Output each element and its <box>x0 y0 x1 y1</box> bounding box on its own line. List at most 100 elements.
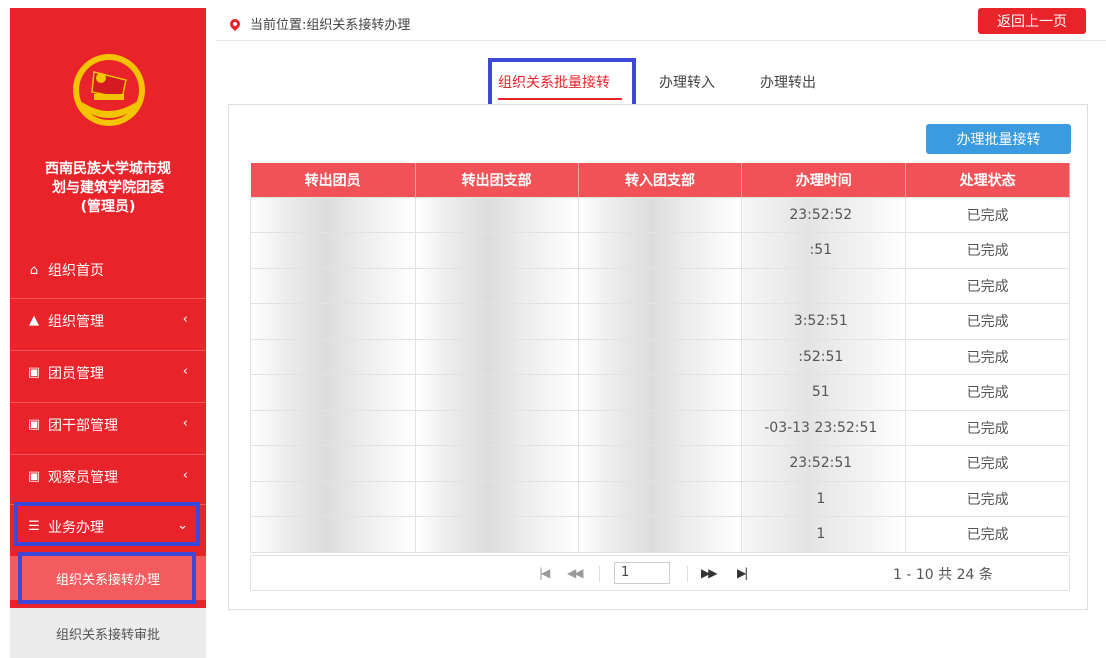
redacted-cell <box>250 196 416 233</box>
redacted-cell <box>414 409 579 446</box>
redacted-cell <box>577 303 743 340</box>
sidebar-item-label: 业务办理 <box>48 519 104 536</box>
redacted-cell <box>414 232 579 269</box>
table-row[interactable]: :52:51 已完成 <box>250 338 1070 375</box>
redacted-cell <box>414 267 579 304</box>
sidebar-subitem-label: 组织关系接转办理 <box>55 572 160 588</box>
column-header[interactable]: 转出团支部 <box>415 163 579 197</box>
column-header[interactable]: 处理状态 <box>905 163 1070 197</box>
sidebar: 西南民族大学城市规 划与建筑学院团委 (管理员) ⌂ 组织首页 ▲ 组织管理 ‹… <box>10 8 206 658</box>
home-icon: ⌂ <box>29 262 39 278</box>
time-cell <box>741 267 907 304</box>
redacted-cell <box>250 232 416 269</box>
time-cell: :52:51 <box>741 338 907 375</box>
status-cell: 已完成 <box>905 232 1070 269</box>
table-row[interactable]: 23:52:52 已完成 <box>250 196 1070 233</box>
sidebar-subitem-transfer-handle[interactable]: 组织关系接转办理 <box>10 556 206 600</box>
first-page-icon[interactable]: |◀ <box>539 566 550 580</box>
table-body: 23:52:52 已完成:51 已完成 已完成 3:52:51 已完成:52:51 已完成 5… <box>250 196 1070 553</box>
status-cell: 已完成 <box>905 338 1070 375</box>
status-cell: 已完成 <box>905 480 1070 517</box>
sidebar-item-cadre-manage[interactable]: ▣ 团干部管理 ‹ <box>10 402 206 446</box>
status-cell: 已完成 <box>905 303 1070 340</box>
redacted-cell <box>414 196 579 233</box>
redacted-cell <box>414 338 579 375</box>
table-row[interactable]: -03-13 23:52:51 已完成 <box>250 409 1070 446</box>
sidebar-subitem-label: 组织关系接转审批 <box>55 627 160 643</box>
time-cell: 23:52:52 <box>741 196 907 233</box>
table-row[interactable]: 已完成 <box>250 267 1070 304</box>
table-row[interactable]: :51 已完成 <box>250 232 1070 269</box>
time-cell: 23:52:51 <box>741 445 907 482</box>
redacted-cell <box>577 516 743 553</box>
column-header[interactable]: 转入团支部 <box>578 163 743 197</box>
redacted-cell <box>250 267 416 304</box>
chevron-left-icon: ‹ <box>182 312 188 327</box>
divider <box>687 566 688 582</box>
table-row[interactable]: 3:52:51 已完成 <box>250 303 1070 340</box>
redacted-cell <box>577 267 743 304</box>
redacted-cell <box>250 480 416 517</box>
page-number-input[interactable]: 1 <box>614 562 670 584</box>
redacted-cell <box>250 338 416 375</box>
time-cell: 3:52:51 <box>741 303 907 340</box>
next-page-icon[interactable]: ▶▶ <box>701 566 718 580</box>
users-icon: ▣ <box>27 417 41 432</box>
table-row[interactable]: 23:52:51 已完成 <box>250 445 1070 482</box>
page-info: 1 - 10 共 24 条 <box>893 567 993 583</box>
sidebar-item-org-manage[interactable]: ▲ 组织管理 ‹ <box>10 298 206 342</box>
sidebar-item-observer-manage[interactable]: ▣ 观察员管理 ‹ <box>10 454 206 498</box>
list-icon: ☰ <box>28 519 40 534</box>
column-header[interactable]: 转出团员 <box>250 163 416 197</box>
time-cell: -03-13 23:52:51 <box>741 409 907 446</box>
sidebar-item-member-manage[interactable]: ▣ 团员管理 ‹ <box>10 350 206 394</box>
chevron-down-icon: ⌄ <box>177 518 188 533</box>
redacted-cell <box>414 480 579 517</box>
sidebar-item-home[interactable]: ⌂ 组织首页 <box>10 248 206 292</box>
sidebar-item-label: 观察员管理 <box>48 469 118 486</box>
sitemap-icon: ▲ <box>29 313 39 328</box>
location-pin-icon <box>227 16 243 31</box>
redacted-cell <box>250 303 416 340</box>
back-button[interactable]: 返回上一页 <box>978 8 1086 34</box>
sidebar-item-label: 组织首页 <box>48 263 104 279</box>
chevron-left-icon: ‹ <box>182 364 188 379</box>
table-row[interactable]: 1 已完成 <box>250 480 1070 517</box>
time-cell: :51 <box>741 232 907 269</box>
table-row[interactable]: 51 已完成 <box>250 374 1070 411</box>
last-page-icon[interactable]: ▶| <box>737 566 748 580</box>
sidebar-subitem-transfer-approve[interactable]: 组织关系接转审批 <box>10 608 206 658</box>
breadcrumb-text: 当前位置:组织关系接转办理 <box>250 18 411 33</box>
column-header[interactable]: 办理时间 <box>741 163 907 197</box>
active-tab-indicator <box>498 98 622 100</box>
org-title: 西南民族大学城市规 划与建筑学院团委 (管理员) <box>10 160 206 217</box>
chevron-left-icon: ‹ <box>182 416 188 431</box>
users-icon: ▣ <box>27 365 41 380</box>
sidebar-item-business[interactable]: ☰ 业务办理 ⌄ <box>10 504 206 548</box>
chevron-left-icon: ‹ <box>182 468 188 483</box>
breadcrumb: 当前位置:组织关系接转办理 <box>227 14 411 33</box>
status-cell: 已完成 <box>905 374 1070 411</box>
tab-transfer-out[interactable]: 办理转出 <box>760 72 816 92</box>
redacted-cell <box>414 374 579 411</box>
redacted-cell <box>414 303 579 340</box>
batch-transfer-button[interactable]: 办理批量接转 <box>926 124 1071 154</box>
users-icon: ▣ <box>27 469 41 484</box>
table-header-row: 转出团员 转出团支部 转入团支部 办理时间 处理状态 <box>250 163 1070 197</box>
redacted-cell <box>577 445 743 482</box>
status-cell: 已完成 <box>905 409 1070 446</box>
tab-transfer-in[interactable]: 办理转入 <box>659 72 715 92</box>
org-title-line: (管理员) <box>80 199 136 215</box>
sidebar-item-label: 团干部管理 <box>48 417 118 434</box>
status-cell: 已完成 <box>905 445 1070 482</box>
redacted-cell <box>414 516 579 553</box>
time-cell: 1 <box>741 480 907 517</box>
time-cell: 51 <box>741 374 907 411</box>
table-row[interactable]: 1 已完成 <box>250 516 1070 553</box>
redacted-cell <box>577 196 743 233</box>
prev-page-icon[interactable]: ◀◀ <box>567 566 584 580</box>
redacted-cell <box>250 409 416 446</box>
tab-batch-transfer[interactable]: 组织关系批量接转 <box>498 72 610 92</box>
sidebar-item-label: 团员管理 <box>48 365 104 382</box>
redacted-cell <box>577 232 743 269</box>
